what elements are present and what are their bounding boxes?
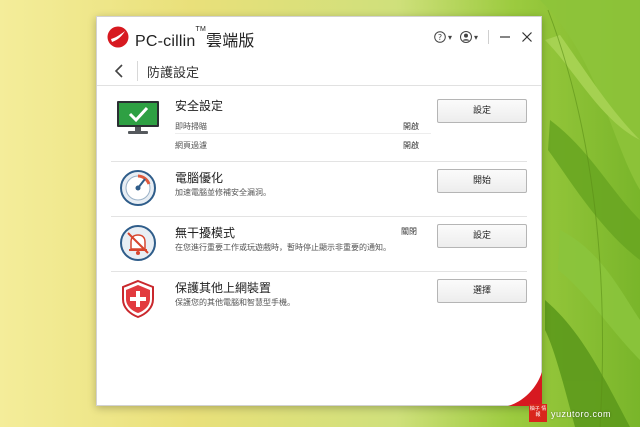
realtime-scan-label: 即時掃瞄	[175, 122, 207, 131]
trend-micro-logo-icon	[107, 26, 129, 48]
close-icon	[522, 32, 532, 42]
protect-devices-description: 保護您的其他電腦和智慧型手機。	[175, 298, 295, 307]
nav-bar: 防護設定	[97, 57, 541, 86]
do-not-disturb-description: 在您進行重要工作或玩遊戲時，暫時停止顯示非重要的通知。	[175, 243, 391, 252]
minimize-icon	[500, 36, 510, 38]
minimize-button[interactable]	[499, 31, 511, 43]
main-window: PC-cillinTM雲端版 ? ▾ ▾ 防護設定 安全設定 即時掃瞄 開啟 網…	[96, 16, 542, 406]
page-title: 防護設定	[147, 66, 200, 81]
monitor-check-icon	[117, 101, 159, 134]
do-not-disturb-title: 無干擾模式	[175, 226, 236, 240]
app-edition: 雲端版	[206, 33, 255, 50]
web-filter-label: 網頁過濾	[175, 141, 207, 150]
app-name: PC-cillin	[135, 33, 196, 50]
protect-devices-row: 保護其他上網裝置 保護您的其他電腦和智慧型手機。 選擇	[111, 271, 527, 326]
protect-devices-select-button[interactable]: 選擇	[437, 279, 527, 303]
speedometer-icon	[120, 170, 156, 206]
svg-text:?: ?	[438, 33, 442, 42]
shield-plus-icon	[122, 279, 154, 319]
user-icon	[459, 31, 472, 43]
security-settings-title: 安全設定	[175, 99, 224, 113]
chevron-down-icon: ▾	[473, 32, 478, 42]
watermark-badge: 柚子 情報	[529, 404, 547, 422]
do-not-disturb-status: 關閉	[401, 227, 417, 236]
chevron-left-icon	[114, 64, 123, 78]
do-not-disturb-row: 無干擾模式 關閉 在您進行重要工作或玩遊戲時，暫時停止顯示非重要的通知。 設定	[111, 216, 527, 272]
close-button[interactable]	[521, 31, 533, 43]
mute-bell-icon	[120, 225, 156, 261]
nav-divider	[137, 61, 138, 81]
back-button[interactable]	[111, 61, 129, 81]
web-filter-status: 開啟	[403, 141, 419, 150]
watermark-text: yuzutoro.com	[551, 409, 612, 419]
pc-optimization-description: 加速電腦並修補安全漏洞。	[175, 188, 271, 197]
title-bar: PC-cillinTM雲端版 ? ▾ ▾	[97, 17, 541, 57]
pc-optimization-row: 電腦優化 加速電腦並修補安全漏洞。 開始	[111, 161, 527, 217]
realtime-scan-status: 開啟	[403, 122, 419, 131]
controls-divider	[488, 30, 489, 44]
security-settings-button[interactable]: 設定	[437, 99, 527, 123]
security-settings-row: 安全設定 即時掃瞄 開啟 網頁過濾 開啟 設定	[111, 91, 527, 162]
corner-fold-decoration	[508, 372, 542, 406]
divider	[175, 133, 431, 134]
protect-devices-title: 保護其他上網裝置	[175, 281, 272, 295]
pc-optimization-title: 電腦優化	[175, 171, 224, 185]
pc-optimization-start-button[interactable]: 開始	[437, 169, 527, 193]
trademark-mark: TM	[195, 26, 206, 33]
help-icon: ?	[434, 31, 446, 43]
app-title: PC-cillinTM雲端版	[135, 26, 255, 51]
window-controls: ? ▾ ▾	[426, 27, 533, 47]
chevron-down-icon: ▾	[447, 32, 452, 42]
help-menu-button[interactable]: ? ▾	[434, 31, 452, 43]
account-menu-button[interactable]: ▾	[459, 31, 478, 43]
do-not-disturb-settings-button[interactable]: 設定	[437, 224, 527, 248]
